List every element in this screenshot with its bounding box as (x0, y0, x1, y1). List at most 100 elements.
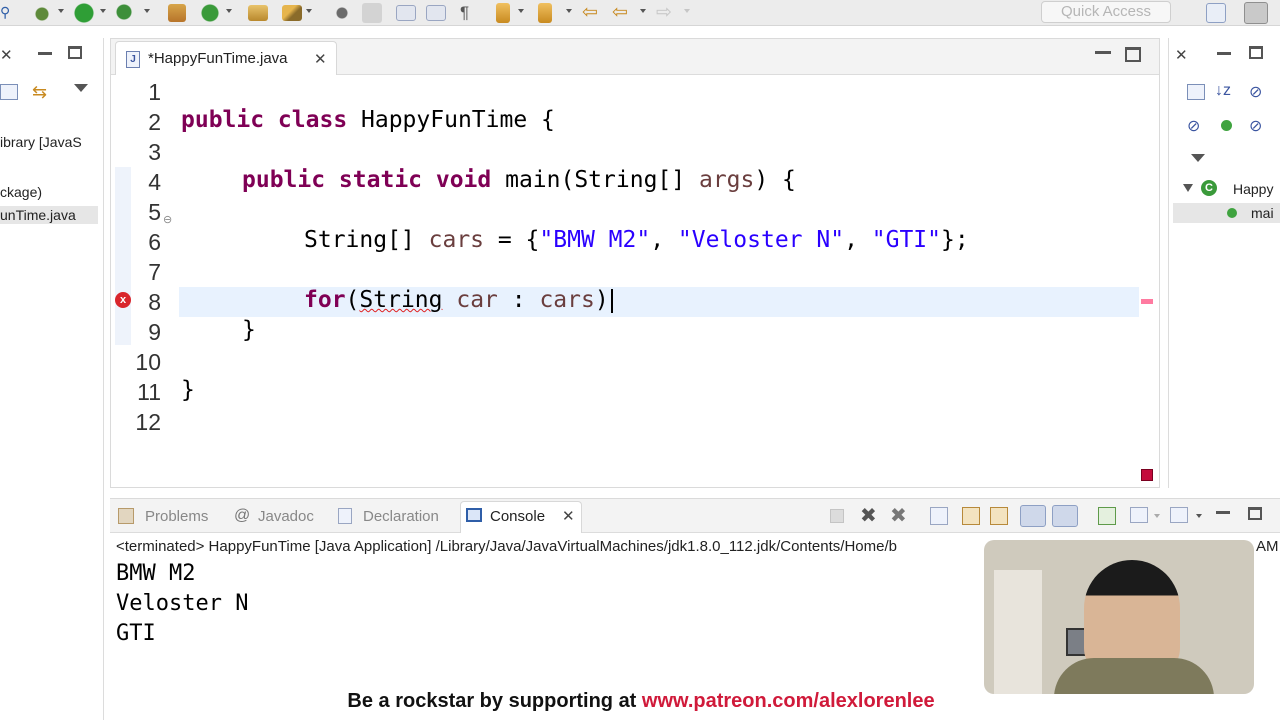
external-tools-icon[interactable] (116, 3, 136, 23)
minimize-icon[interactable] (1095, 51, 1111, 54)
search-icon[interactable]: ⚲ (0, 4, 12, 20)
tab-javadoc[interactable]: Javadoc (258, 508, 314, 525)
close-icon[interactable]: ✕ (562, 507, 575, 525)
close-icon[interactable]: ✕ (1175, 46, 1188, 64)
close-icon[interactable]: ✕ (314, 50, 327, 68)
view-menu-icon[interactable] (74, 84, 88, 92)
tab-problems[interactable]: Problems (145, 508, 208, 525)
line-number: 8 (148, 289, 161, 315)
minimize-icon[interactable] (1216, 511, 1230, 514)
tree-item-library[interactable]: ibrary [JavaS (0, 134, 82, 150)
debug-icon[interactable] (32, 3, 52, 23)
chevron-down-icon[interactable] (1196, 514, 1202, 518)
banner-link[interactable]: www.patreon.com/alexlorenlee (642, 690, 935, 712)
forward-icon[interactable]: ⇨ (656, 1, 672, 24)
chevron-down-icon[interactable] (226, 9, 232, 13)
hide-fields-icon[interactable]: ⊘ (1249, 82, 1262, 102)
hide-static-icon[interactable]: ⊘ (1187, 116, 1200, 136)
outline-item-method[interactable]: mai (1251, 205, 1274, 221)
show-on-stdout-icon[interactable] (1020, 505, 1046, 527)
open-perspective-icon[interactable] (1206, 3, 1226, 23)
open-task-icon[interactable] (282, 5, 302, 21)
overview-ruler-status[interactable] (1141, 469, 1153, 481)
tree-item-package[interactable]: ckage) (0, 184, 42, 200)
tab-declaration[interactable]: Declaration (363, 508, 439, 525)
new-java-package-icon[interactable] (168, 4, 186, 22)
keyword: public static void (242, 167, 492, 193)
back-icon[interactable]: ⇦ (612, 1, 628, 24)
declaration-icon (338, 508, 352, 524)
code-line: } (242, 317, 256, 343)
chevron-down-icon[interactable] (100, 9, 106, 13)
remove-launch-icon[interactable]: ✖ (860, 503, 877, 528)
code-text: , (844, 227, 872, 253)
word-wrap-icon[interactable] (990, 507, 1008, 525)
remove-all-launches-icon[interactable]: ✖ (890, 503, 907, 528)
tab-happyfuntime-java[interactable]: J *HappyFunTime.java ✕ (115, 41, 337, 75)
overview-ruler-error[interactable] (1141, 299, 1153, 304)
pin-console-icon[interactable] (1098, 507, 1116, 525)
java-perspective-icon[interactable] (1244, 2, 1268, 24)
code-line: public static void main(String[] args) { (242, 167, 796, 193)
clear-console-icon[interactable] (930, 507, 948, 525)
collapse-all-icon[interactable] (1187, 84, 1205, 100)
toggle-block-selection-icon[interactable] (396, 5, 416, 21)
chevron-down-icon[interactable] (144, 9, 150, 13)
code-text: ( (345, 287, 360, 313)
new-java-class-icon[interactable] (200, 3, 220, 23)
coverage-icon[interactable] (332, 3, 352, 23)
close-icon[interactable]: ✕ (0, 46, 13, 64)
next-annotation-icon[interactable] (496, 3, 510, 23)
terminate-icon[interactable] (830, 509, 844, 523)
chevron-down-icon[interactable] (566, 9, 572, 13)
chevron-down-icon[interactable] (1154, 514, 1160, 518)
code-text: = { (484, 227, 540, 253)
minimize-icon[interactable] (1217, 52, 1231, 55)
display-console-icon[interactable] (1130, 507, 1148, 523)
show-on-stderr-icon[interactable] (1052, 505, 1078, 527)
console-output-line: GTI (116, 621, 156, 646)
maximize-icon[interactable] (68, 46, 82, 59)
code-text: ) (594, 287, 609, 313)
collapse-all-icon[interactable] (0, 84, 18, 100)
toggle-word-wrap-icon[interactable] (426, 5, 446, 21)
maximize-icon[interactable] (1248, 507, 1262, 520)
minimize-icon[interactable] (38, 52, 52, 55)
outline-panel: ✕ ↓z ⊘ ⊘ ⊘ C Happy mai (1168, 38, 1280, 488)
quick-access-input[interactable]: Quick Access (1041, 1, 1171, 23)
code-text: : (497, 287, 540, 313)
link-with-editor-icon[interactable]: ⇆ (32, 82, 47, 103)
code-area[interactable]: x ⊖ 1 2 3 4 5 6 7 8 9 10 11 12 public cl… (111, 79, 1159, 487)
open-type-icon[interactable] (248, 5, 268, 21)
line-number: 2 (148, 109, 161, 135)
outline-item-class[interactable]: Happy (1233, 181, 1273, 197)
method-icon (1227, 208, 1237, 218)
code-text: ) { (754, 167, 796, 193)
scroll-lock-icon[interactable] (962, 507, 980, 525)
open-console-icon[interactable] (1170, 507, 1188, 523)
code-text: main(String[] (491, 167, 699, 193)
sort-icon[interactable]: ↓z (1215, 82, 1231, 100)
hide-local-types-icon[interactable]: ⊘ (1249, 116, 1262, 136)
line-number: 4 (148, 169, 161, 195)
maximize-icon[interactable] (1249, 46, 1263, 59)
run-icon[interactable] (74, 3, 94, 23)
highlight-icon[interactable] (362, 3, 382, 23)
hide-non-public-icon[interactable] (1221, 120, 1232, 131)
chevron-down-icon[interactable] (1183, 184, 1193, 192)
previous-annotation-icon[interactable] (538, 3, 552, 23)
maximize-icon[interactable] (1125, 47, 1141, 62)
chevron-down-icon[interactable] (518, 9, 524, 13)
tree-item-java-file[interactable]: unTime.java (0, 206, 98, 224)
javadoc-icon: @ (234, 507, 251, 524)
chevron-down-icon[interactable] (640, 9, 646, 13)
fold-collapse-icon[interactable]: ⊖ (163, 213, 172, 226)
chevron-down-icon[interactable] (58, 9, 64, 13)
tab-console[interactable]: Console (490, 508, 545, 525)
show-whitespace-icon[interactable]: ¶ (460, 3, 469, 23)
variable: cars (539, 287, 595, 313)
chevron-down-icon[interactable] (684, 9, 690, 13)
last-edit-location-icon[interactable]: ⇦ (582, 1, 598, 24)
view-menu-icon[interactable] (1191, 154, 1205, 162)
chevron-down-icon[interactable] (306, 9, 312, 13)
